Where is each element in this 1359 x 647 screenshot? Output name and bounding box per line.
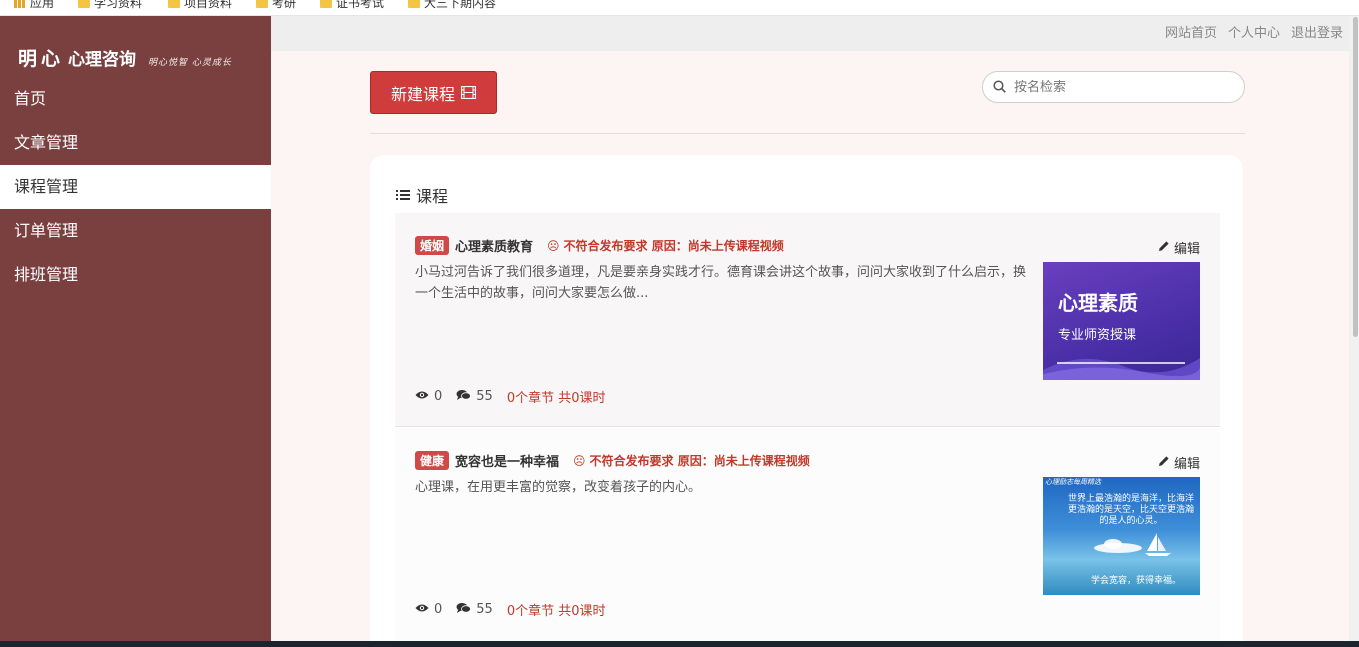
thumb-bottom-text: 学会宽容，获得幸福。 <box>1091 576 1182 586</box>
brand[interactable]: 明心 心理咨询 明心悦智 心灵成长 <box>18 44 232 71</box>
course-card: 婚姻 心理素质教育 ☹ 不符合发布要求 原因：尚未上传课程视频 编辑 小马过河告… <box>395 213 1220 427</box>
bookmark-label: 项目资料 <box>184 0 233 10</box>
eye-icon <box>415 602 429 617</box>
bookmark-label: 考研 <box>272 0 297 10</box>
sad-face-icon: ☹ <box>547 238 560 253</box>
cloud-icon <box>1094 539 1142 553</box>
views-count: 0 <box>434 602 443 617</box>
views-stat: 0 <box>415 602 442 617</box>
bookmark-apps[interactable]: 应用 <box>14 0 54 11</box>
course-title[interactable]: 心理素质教育 <box>455 236 533 255</box>
course-title-row: 婚姻 心理素质教育 ☹ 不符合发布要求 原因：尚未上传课程视频 <box>415 236 784 255</box>
edit-button[interactable]: 编辑 <box>1158 238 1200 257</box>
wave-decoration <box>1043 358 1200 380</box>
brand-name: 心理咨询 <box>68 50 137 70</box>
course-title[interactable]: 宽容也是一种幸福 <box>455 451 559 470</box>
status-text: 不符合发布要求 原因：尚未上传课程视频 <box>589 454 810 468</box>
sidebar-item-articles[interactable]: 文章管理 <box>0 121 271 165</box>
comments-stat: 55 <box>456 389 493 405</box>
comments-count: 55 <box>476 389 493 404</box>
edit-button[interactable]: 编辑 <box>1158 453 1200 472</box>
sailboat-icon <box>1145 533 1171 556</box>
edit-label: 编辑 <box>1173 242 1200 257</box>
panel-title: 课程 <box>416 187 449 206</box>
link-user-center[interactable]: 个人中心 <box>1228 22 1280 41</box>
bookmark-folder[interactable]: 考研 <box>256 0 296 11</box>
comments-icon <box>456 389 472 405</box>
brand-slogan: 明心悦智 心灵成长 <box>148 58 232 68</box>
bookmark-label: 大三下期内容 <box>424 0 497 10</box>
views-count: 0 <box>434 389 443 404</box>
bookmark-folder[interactable]: 证书考试 <box>320 0 384 11</box>
header-links: 网站首页 个人中心 退出登录 <box>1165 22 1343 41</box>
search-box <box>982 71 1245 103</box>
sidebar-nav: 首页 文章管理 课程管理 订单管理 排班管理 <box>0 77 271 297</box>
course-thumbnail[interactable]: 心理励志每周精选 世界上最浩瀚的是海洋，比海洋更浩瀚的是天空，比天空更浩瀚的是人… <box>1043 477 1200 595</box>
folder-icon <box>78 0 90 8</box>
search-input[interactable] <box>1014 79 1224 95</box>
film-icon <box>461 86 476 99</box>
thumb-title: 心理素质 <box>1058 291 1138 315</box>
course-thumbnail[interactable]: 心理素质 专业师资授课 <box>1043 262 1200 380</box>
edit-label: 编辑 <box>1173 457 1200 472</box>
course-stats: 0 55 0个章节 共0课时 <box>415 387 606 406</box>
comments-count: 55 <box>476 602 493 617</box>
pencil-icon <box>1158 240 1170 256</box>
category-tag: 健康 <box>415 451 450 470</box>
course-description: 心理课，在用更丰富的觉察，改变着孩子的内心。 <box>415 480 702 495</box>
course-card: 健康 宽容也是一种幸福 ☹ 不符合发布要求 原因：尚未上传课程视频 编辑 心理课… <box>395 428 1220 647</box>
top-header: 网站首页 个人中心 退出登录 <box>271 16 1359 51</box>
sidebar: 明心 心理咨询 明心悦智 心灵成长 首页 文章管理 课程管理 订单管理 排班管理 <box>0 16 271 647</box>
pencil-icon <box>1158 455 1170 471</box>
sidebar-item-label: 文章管理 <box>14 133 79 152</box>
chapters-info: 0个章节 共0课时 <box>506 604 606 619</box>
comments-stat: 55 <box>456 602 493 618</box>
folder-icon <box>320 0 332 8</box>
sidebar-item-schedule[interactable]: 排班管理 <box>0 253 271 297</box>
bookmark-folder[interactable]: 大三下期内容 <box>408 0 496 11</box>
apps-icon <box>14 0 26 8</box>
category-tag: 婚姻 <box>415 236 450 255</box>
sidebar-item-label: 首页 <box>14 89 47 108</box>
thumb-corner-text: 心理励志每周精选 <box>1045 478 1101 486</box>
sidebar-item-label: 课程管理 <box>14 177 79 196</box>
bookmark-folder[interactable]: 项目资料 <box>168 0 232 11</box>
panel-header: 课程 <box>396 183 448 207</box>
sidebar-item-home[interactable]: 首页 <box>0 77 271 121</box>
new-course-label: 新建课程 <box>390 84 455 104</box>
course-description: 小马过河告诉了我们很多道理，凡是要亲身实践才行。德育课会讲这个故事，问问大家收到… <box>415 265 1027 301</box>
course-status: ☹ 不符合发布要求 原因：尚未上传课程视频 <box>573 452 810 469</box>
scrollbar-thumb[interactable] <box>1353 17 1358 337</box>
sad-face-icon: ☹ <box>573 453 586 468</box>
bookmark-label: 应用 <box>30 0 55 10</box>
os-taskbar <box>0 641 1359 647</box>
bookmark-folder[interactable]: 学习资料 <box>78 0 142 11</box>
course-title-row: 健康 宽容也是一种幸福 ☹ 不符合发布要求 原因：尚未上传课程视频 <box>415 451 810 470</box>
status-text: 不符合发布要求 原因：尚未上传课程视频 <box>563 239 784 253</box>
folder-icon <box>408 0 420 8</box>
bookmark-label: 学习资料 <box>94 0 143 10</box>
sidebar-item-label: 排班管理 <box>14 265 79 284</box>
search-icon <box>993 78 1006 97</box>
sidebar-item-courses[interactable]: 课程管理 <box>0 165 271 209</box>
eye-icon <box>415 389 429 404</box>
sidebar-item-label: 订单管理 <box>14 221 79 240</box>
bookmark-label: 证书考试 <box>336 0 385 10</box>
bookmarks-bar: 应用 学习资料 项目资料 考研 证书考试 大三下期内容 <box>0 0 1359 16</box>
course-stats: 0 55 0个章节 共0课时 <box>415 600 606 619</box>
folder-icon <box>168 0 180 8</box>
brand-logo: 明心 <box>18 48 65 70</box>
new-course-button[interactable]: 新建课程 <box>370 71 497 114</box>
course-status: ☹ 不符合发布要求 原因：尚未上传课程视频 <box>547 237 784 254</box>
chapters-info: 0个章节 共0课时 <box>506 391 606 406</box>
sidebar-item-orders[interactable]: 订单管理 <box>0 209 271 253</box>
views-stat: 0 <box>415 389 442 404</box>
link-site-home[interactable]: 网站首页 <box>1165 22 1217 41</box>
list-icon <box>396 186 410 205</box>
divider <box>370 133 1245 134</box>
folder-icon <box>256 0 268 8</box>
comments-icon <box>456 602 472 618</box>
link-logout[interactable]: 退出登录 <box>1291 22 1343 41</box>
thumb-text: 世界上最浩瀚的是海洋，比海洋更浩瀚的是天空，比天空更浩瀚的是人的心灵。 <box>1067 494 1194 526</box>
